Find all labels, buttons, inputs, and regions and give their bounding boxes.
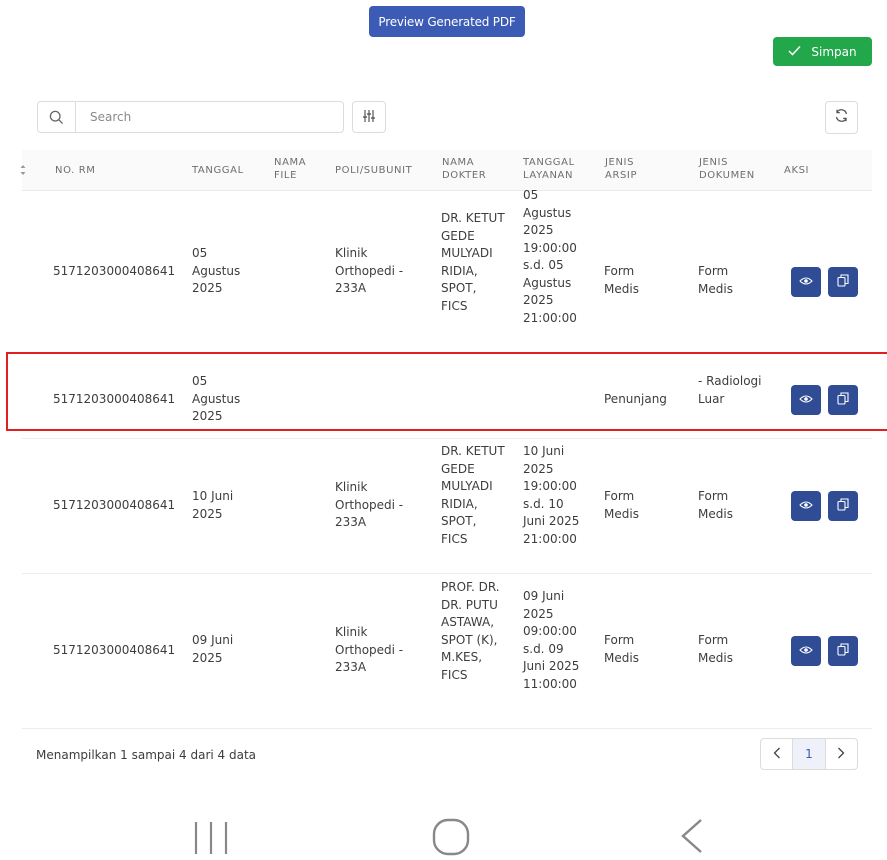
preview-pdf-label: Preview Generated PDF [378, 14, 516, 29]
cell-tanggal-layanan: 05 Agustus 2025 19:00:00 s.d. 05 Agustus… [523, 188, 577, 325]
refresh-icon [834, 108, 849, 127]
cell-tanggal: 10 Juni 2025 [192, 489, 234, 521]
cell-dokter: DR. KETUT GEDE MULYADI RIDIA, SPOT, FICS [441, 444, 505, 546]
cell-jenis-dokumen: Form Medis [698, 633, 733, 665]
archive-table: NO. RM TANGGAL NAMA FILE POLI/SUBUNIT NA… [20, 150, 872, 729]
copy-icon [837, 274, 849, 290]
cell-no-rm: 5171203000408641 [53, 392, 176, 406]
cell-jenis-dokumen: Form Medis [698, 489, 733, 521]
view-button[interactable] [791, 267, 821, 297]
pagination: 1 [760, 738, 858, 770]
cell-jenis-dokumen: Form Medis [698, 264, 733, 296]
cell-jenis-arsip: Form Medis [604, 489, 639, 521]
chevron-left-icon [773, 747, 781, 762]
cell-poli: Klinik Orthopedi - 233A [335, 625, 404, 674]
cell-no-rm: 5171203000408641 [53, 498, 176, 512]
cell-tanggal: 05 Agustus 2025 [192, 374, 241, 423]
pagination-summary: Menampilkan 1 sampai 4 dari 4 data [36, 748, 257, 762]
eye-icon [799, 644, 813, 658]
save-label: Simpan [811, 44, 857, 59]
col-aksi: AKSI [784, 165, 810, 176]
cell-tanggal-layanan: 09 Juni 2025 09:00:00 s.d. 09 Juni 2025 … [523, 589, 580, 691]
col-jenis-arsip[interactable]: JENIS ARSIP [605, 156, 655, 182]
cell-jenis-arsip: Form Medis [604, 633, 639, 665]
prev-page-button[interactable] [761, 739, 792, 769]
cell-dokter: DR. KETUT GEDE MULYADI RIDIA, SPOT, FICS [441, 211, 505, 313]
eye-icon [799, 499, 813, 513]
table-header: NO. RM TANGGAL NAMA FILE POLI/SUBUNIT NA… [20, 150, 872, 191]
col-poli[interactable]: POLI/SUBUNIT [335, 164, 412, 177]
chevron-right-icon [837, 747, 845, 762]
refresh-button[interactable] [825, 101, 858, 134]
view-button[interactable] [791, 491, 821, 521]
table-row: 5171203000408641 05 Agustus 2025 Klinik … [22, 188, 872, 354]
col-dokter[interactable]: NAMA DOKTER [442, 156, 498, 182]
eye-icon [799, 393, 813, 407]
cell-jenis-arsip: Penunjang [604, 392, 667, 406]
cell-tanggal-layanan: 10 Juni 2025 19:00:00 s.d. 10 Juni 2025 … [523, 444, 580, 546]
table-row: 5171203000408641 09 Juni 2025 Klinik Ort… [22, 574, 872, 729]
cell-no-rm: 5171203000408641 [53, 643, 176, 657]
check-icon [788, 45, 801, 59]
cell-tanggal: 05 Agustus 2025 [192, 246, 241, 295]
cell-no-rm: 5171203000408641 [53, 264, 176, 278]
copy-icon [837, 643, 849, 659]
eye-icon [799, 275, 813, 289]
col-nama-file[interactable]: NAMA FILE [274, 156, 314, 182]
view-button[interactable] [791, 385, 821, 415]
col-jenis-dokumen[interactable]: JENIS DOKUMEN [699, 156, 769, 182]
cell-poli: Klinik Orthopedi - 233A [335, 480, 404, 529]
col-no-rm[interactable]: NO. RM [55, 164, 95, 177]
copy-button[interactable] [828, 491, 858, 521]
copy-icon [837, 498, 849, 514]
sliders-icon [362, 108, 376, 127]
recent-apps-icon[interactable] [193, 820, 229, 858]
copy-icon [837, 392, 849, 408]
cell-jenis-arsip: Form Medis [604, 264, 639, 296]
save-button[interactable]: Simpan [773, 37, 872, 66]
filter-button[interactable] [352, 101, 386, 133]
copy-button[interactable] [828, 267, 858, 297]
copy-button[interactable] [828, 385, 858, 415]
col-tanggal[interactable]: TANGGAL [192, 164, 244, 177]
view-button[interactable] [791, 636, 821, 666]
system-nav-bar [0, 808, 887, 856]
col-tanggal-layanan[interactable]: TANGGAL LAYANAN [523, 156, 587, 182]
cell-dokter: PROF. DR. DR. PUTU ASTAWA, SPOT (K), M.K… [441, 580, 500, 682]
cell-poli: Klinik Orthopedi - 233A [335, 246, 404, 295]
search-input[interactable] [76, 109, 312, 125]
table-row: 5171203000408641 05 Agustus 2025 Penunja… [22, 354, 872, 439]
copy-button[interactable] [828, 636, 858, 666]
cell-jenis-dokumen: - Radiologi Luar [698, 374, 762, 406]
search-icon [38, 102, 76, 132]
cell-tanggal: 09 Juni 2025 [192, 633, 234, 665]
back-icon[interactable] [679, 818, 705, 858]
next-page-button[interactable] [826, 739, 857, 769]
sort-icon[interactable] [18, 164, 28, 180]
search-box [37, 101, 344, 133]
preview-pdf-button[interactable]: Preview Generated PDF [369, 6, 525, 37]
table-row: 5171203000408641 10 Juni 2025 Klinik Ort… [22, 439, 872, 574]
page-number-button[interactable]: 1 [792, 739, 826, 769]
